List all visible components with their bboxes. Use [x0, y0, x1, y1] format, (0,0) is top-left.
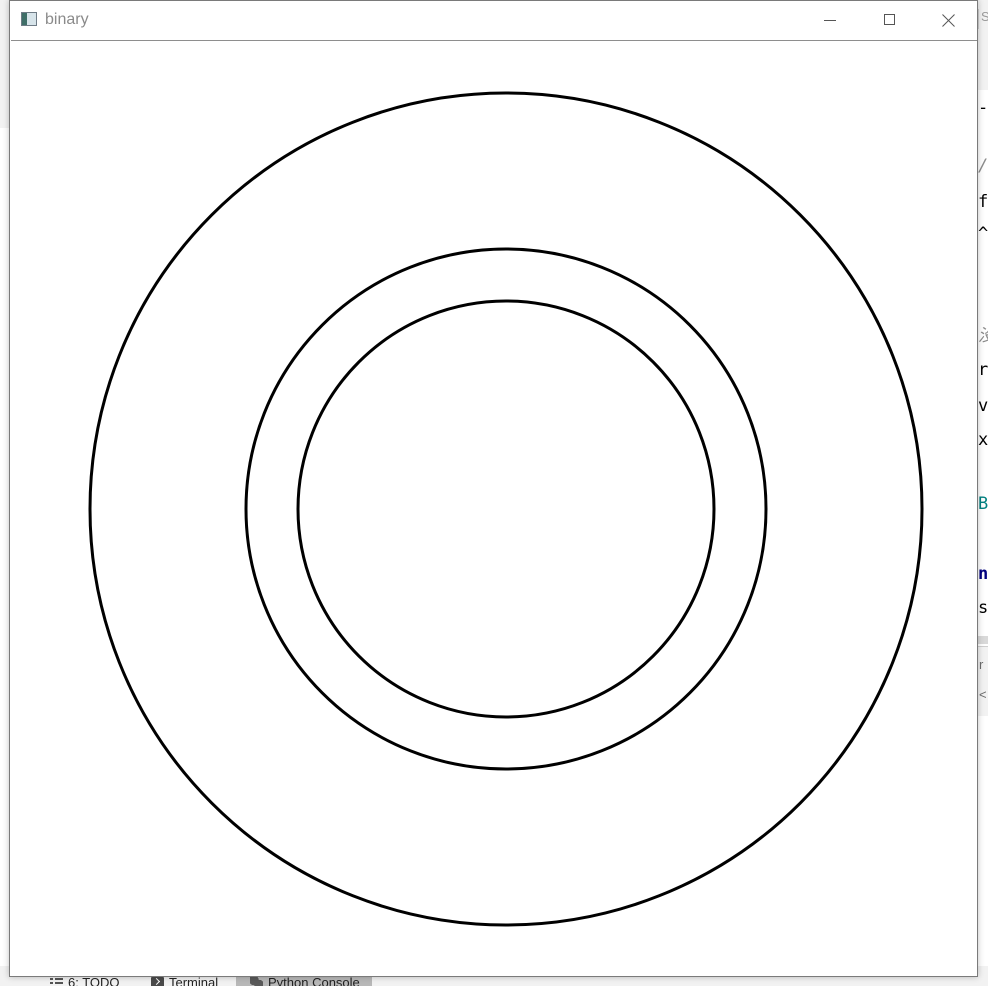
code-fragment: f — [978, 192, 988, 212]
binary-image — [88, 91, 924, 927]
code-fragment: n — [978, 564, 988, 584]
code-fragment: ^ — [978, 224, 988, 244]
minimize-button[interactable] — [801, 1, 859, 40]
terminal-icon — [151, 976, 164, 986]
middle-circle — [244, 247, 768, 771]
window-title: binary — [45, 11, 89, 28]
close-button[interactable] — [919, 1, 977, 40]
outer-circle — [88, 91, 924, 927]
ide-search-fragment-text: S — [981, 9, 988, 24]
close-icon — [941, 13, 956, 28]
todo-list-icon — [50, 976, 63, 986]
minimize-icon — [824, 20, 836, 21]
code-fragment: - — [978, 98, 988, 118]
maximize-icon — [884, 14, 895, 25]
python-console-icon — [250, 976, 263, 986]
window-titlebar[interactable]: binary — [10, 1, 977, 40]
panel-fragment: r — [979, 657, 984, 672]
code-fragment: x — [978, 430, 988, 450]
maximize-button[interactable] — [860, 1, 918, 40]
ide-search-fragment[interactable]: S — [978, 9, 988, 29]
code-fragment: v — [978, 396, 988, 416]
code-fragment: s — [978, 598, 988, 618]
code-fragment: r — [978, 360, 988, 380]
image-window[interactable]: binary — [9, 0, 978, 977]
inner-circle — [296, 299, 716, 719]
code-fragment: B — [978, 494, 988, 514]
desktop: S - /i f ^ 没 r v x B n s r < 6: TODO — [0, 0, 988, 986]
code-fragment: /i — [978, 156, 988, 176]
panel-fragment: < — [979, 687, 987, 702]
code-fragment: 没 — [978, 326, 988, 346]
app-window-icon — [21, 12, 37, 26]
image-canvas[interactable] — [11, 40, 977, 976]
